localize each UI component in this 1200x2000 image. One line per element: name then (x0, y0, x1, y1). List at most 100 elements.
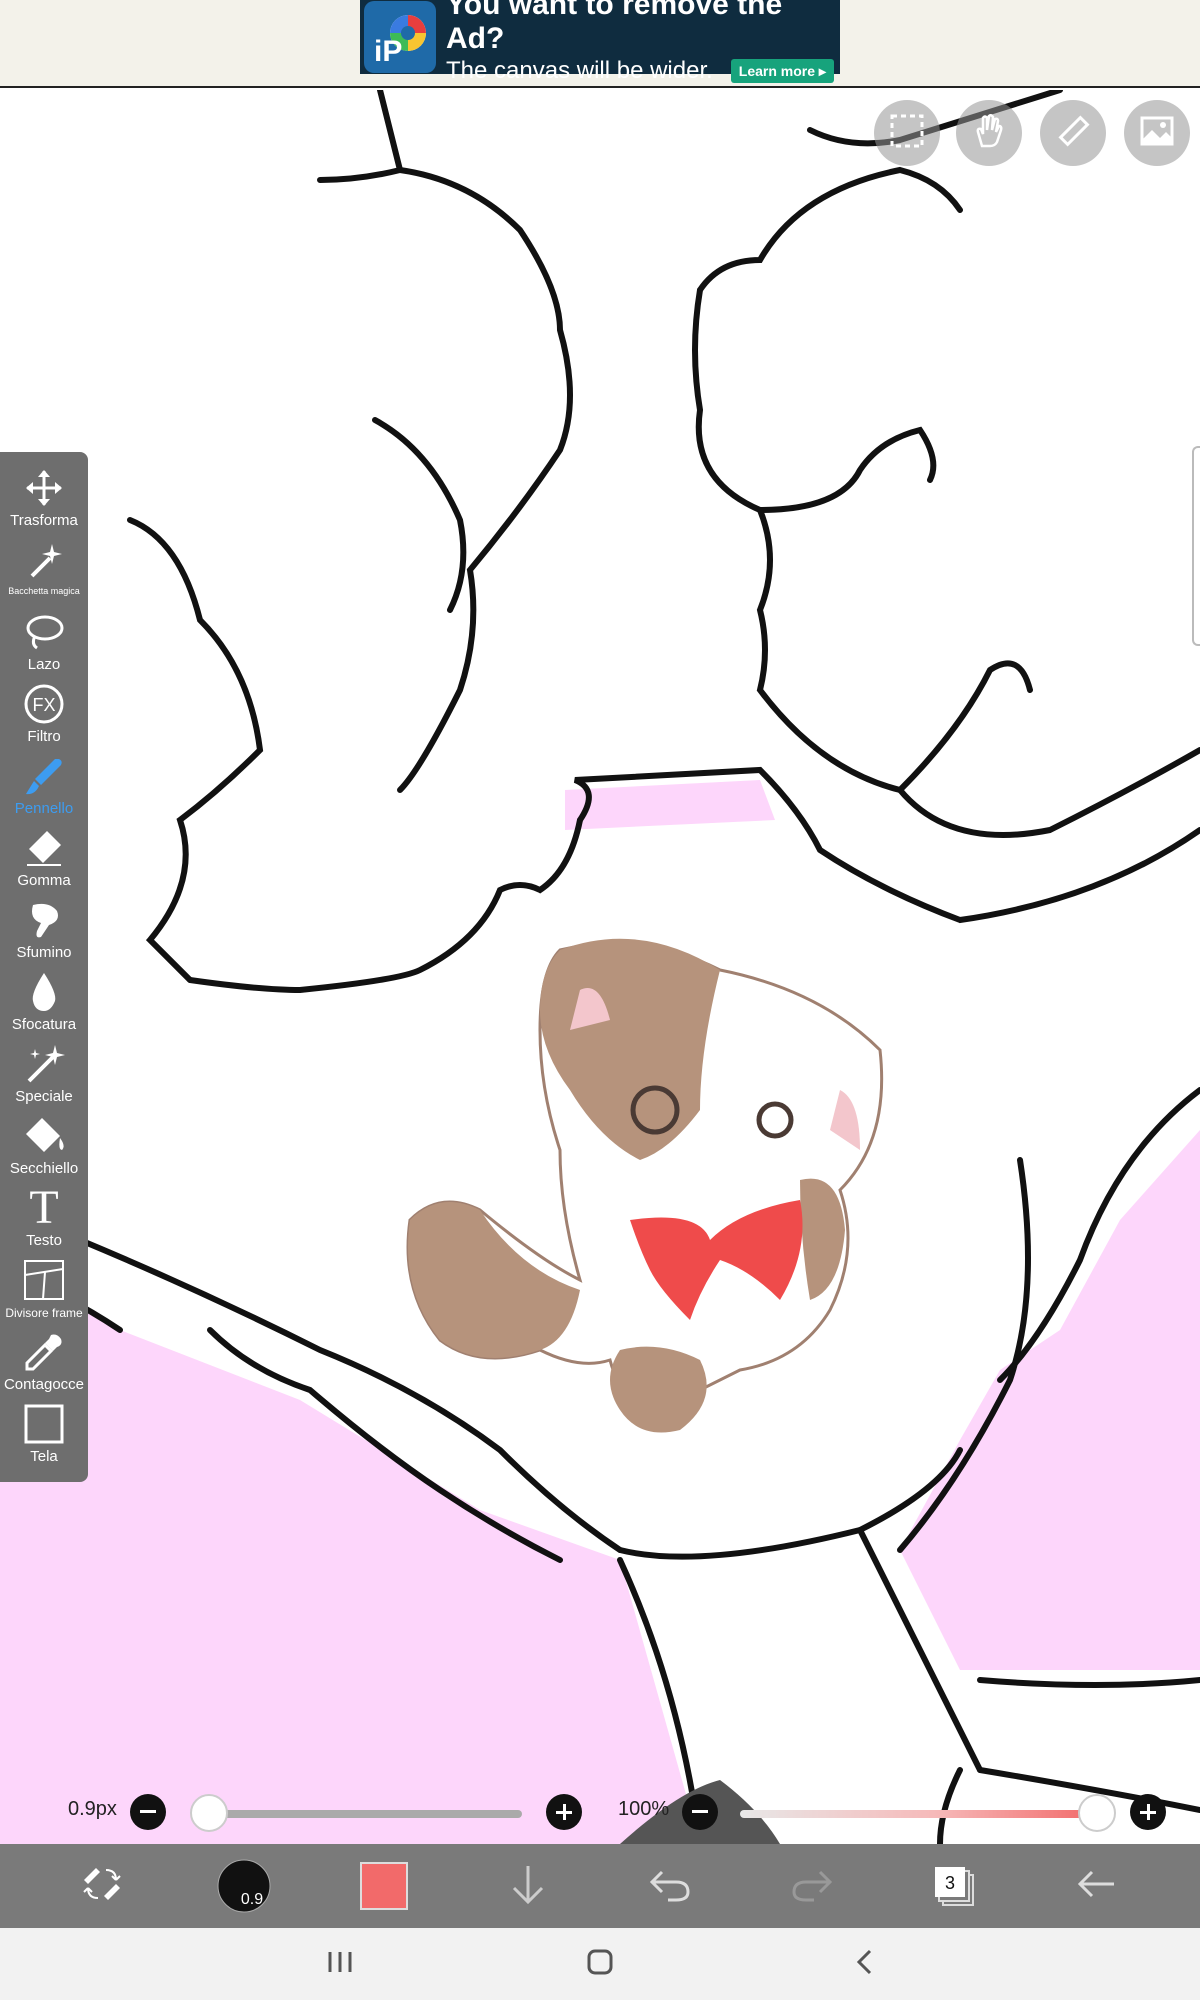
brush-slider-row: 0.9px 100% (0, 1786, 1200, 1840)
tool-filtro[interactable]: FX Filtro (0, 680, 88, 752)
brush-size-track[interactable] (204, 1810, 522, 1818)
app-root: iP You want to remove the Ad? The canvas… (0, 0, 1200, 2000)
tool-label: Gomma (17, 872, 71, 889)
cat-sticker-drawing (406, 938, 884, 1433)
bucket-icon (22, 1114, 66, 1158)
home-icon (586, 1948, 614, 1981)
opacity-thumb[interactable] (1078, 1794, 1116, 1832)
brush-icon (22, 754, 66, 798)
tool-label: Lazo (27, 656, 61, 673)
layers-button[interactable]: 3 (918, 1844, 990, 1928)
recent-apps-button[interactable] (300, 1928, 380, 2000)
recent-apps-icon (326, 1950, 354, 1979)
hand-icon (970, 112, 1008, 155)
logo-text: iP (374, 35, 402, 68)
arrow-left-icon (1074, 1866, 1118, 1907)
tool-label: Testo (26, 1232, 62, 1249)
tool-palette: Trasforma Bacchetta magica Lazo FX Filtr… (0, 452, 88, 1482)
move-icon (22, 466, 66, 510)
tool-gomma[interactable]: Gomma (0, 824, 88, 896)
tool-pennello[interactable]: Pennello (0, 752, 88, 824)
tool-label: Sfumino (16, 944, 72, 961)
tool-sfumino[interactable]: Sfumino (0, 896, 88, 968)
ad-text: You want to remove the Ad? The canvas wi… (446, 0, 840, 86)
reference-image-button[interactable] (1124, 100, 1190, 166)
redo-icon (790, 1864, 834, 1909)
tool-trasforma[interactable]: Trasforma (0, 464, 88, 536)
smudge-icon (22, 898, 66, 942)
layers-icon: 3 (935, 1867, 974, 1906)
brush-eraser-swap-icon (80, 1862, 124, 1911)
ibispaint-logo-icon: iP (364, 1, 436, 73)
tool-label: Tela (30, 1448, 58, 1465)
ad-subtitle: The canvas will be wider. (446, 57, 713, 84)
tool-swap-button[interactable] (66, 1844, 138, 1928)
opacity-decrease-button[interactable] (682, 1794, 718, 1830)
tool-testo[interactable]: T Testo (0, 1184, 88, 1256)
undo-icon (648, 1864, 692, 1909)
ad-banner: iP You want to remove the Ad? The canvas… (0, 0, 1200, 88)
selection-icon (889, 113, 925, 154)
special-sparkle-icon (22, 1042, 66, 1086)
tool-label: Speciale (15, 1088, 73, 1105)
eraser-icon (22, 826, 66, 870)
tool-label: Bacchetta magica (8, 586, 80, 596)
layer-count: 3 (945, 1873, 955, 1893)
fx-filter-icon: FX (22, 682, 66, 726)
canvas-icon (22, 1402, 66, 1446)
tool-speciale[interactable]: Speciale (0, 1040, 88, 1112)
hand-tool-button[interactable] (956, 100, 1022, 166)
tool-secchiello[interactable]: Secchiello (0, 1112, 88, 1184)
tool-label: Pennello (14, 800, 74, 817)
tool-label: Divisore frame (5, 1306, 83, 1320)
eyedropper-icon (22, 1330, 66, 1374)
tool-label: Trasforma (10, 512, 78, 529)
ruler-icon (1054, 112, 1092, 155)
lasso-icon (22, 610, 66, 654)
tool-bacchetta-magica[interactable]: Bacchetta magica (0, 536, 88, 608)
download-button[interactable] (492, 1844, 564, 1928)
tool-sfocatura[interactable]: Sfocatura (0, 968, 88, 1040)
current-color-swatch (360, 1862, 408, 1910)
brush-size-preview: 0.9 (217, 1859, 271, 1913)
current-color-button[interactable] (356, 1844, 412, 1928)
selection-button[interactable] (874, 100, 940, 166)
system-back-button[interactable] (824, 1928, 904, 2000)
svg-text:FX: FX (32, 695, 55, 715)
reference-image-icon (1138, 112, 1176, 155)
tool-lazo[interactable]: Lazo (0, 608, 88, 680)
brush-size-decrease-button[interactable] (130, 1794, 166, 1830)
undo-button[interactable] (634, 1844, 706, 1928)
frame-divider-icon (22, 1258, 66, 1302)
redo-button[interactable] (776, 1844, 848, 1928)
brush-size-increase-button[interactable] (546, 1794, 582, 1830)
ad-title: You want to remove the Ad? (446, 0, 783, 55)
tool-label: Secchiello (9, 1160, 79, 1177)
opacity-track[interactable] (740, 1810, 1096, 1818)
brush-size-thumb[interactable] (190, 1794, 229, 1832)
tool-label: Sfocatura (11, 1016, 77, 1033)
brush-size-badge: 0.9 (241, 1891, 263, 1908)
opacity-value: 100% (618, 1798, 670, 1820)
drawing-canvas[interactable] (0, 90, 1200, 1844)
opacity-increase-button[interactable] (1130, 1794, 1166, 1830)
back-button[interactable] (1060, 1844, 1132, 1928)
tool-label: Filtro (27, 728, 61, 745)
home-button[interactable] (560, 1928, 640, 2000)
tool-label: Contagocce (3, 1376, 85, 1393)
magic-wand-icon (22, 538, 66, 582)
tool-tela[interactable]: Tela (0, 1400, 88, 1472)
system-nav-bar (0, 1928, 1200, 2000)
bottom-toolbar: 0.9 3 (0, 1844, 1200, 1928)
brush-size-preview-button[interactable]: 0.9 (208, 1844, 280, 1928)
blur-drop-icon (22, 970, 66, 1014)
side-panel-handle[interactable] (1192, 446, 1200, 646)
tool-divisore-frame[interactable]: Divisore frame (0, 1256, 88, 1328)
tool-contagocce[interactable]: Contagocce (0, 1328, 88, 1400)
chevron-left-icon (854, 1948, 874, 1981)
brush-size-value: 0.9px (68, 1798, 117, 1820)
learn-more-button[interactable]: Learn more ▸ (730, 59, 834, 83)
ad-box[interactable]: iP You want to remove the Ad? The canvas… (360, 0, 840, 84)
ruler-button[interactable] (1040, 100, 1106, 166)
text-icon: T (29, 1181, 59, 1234)
